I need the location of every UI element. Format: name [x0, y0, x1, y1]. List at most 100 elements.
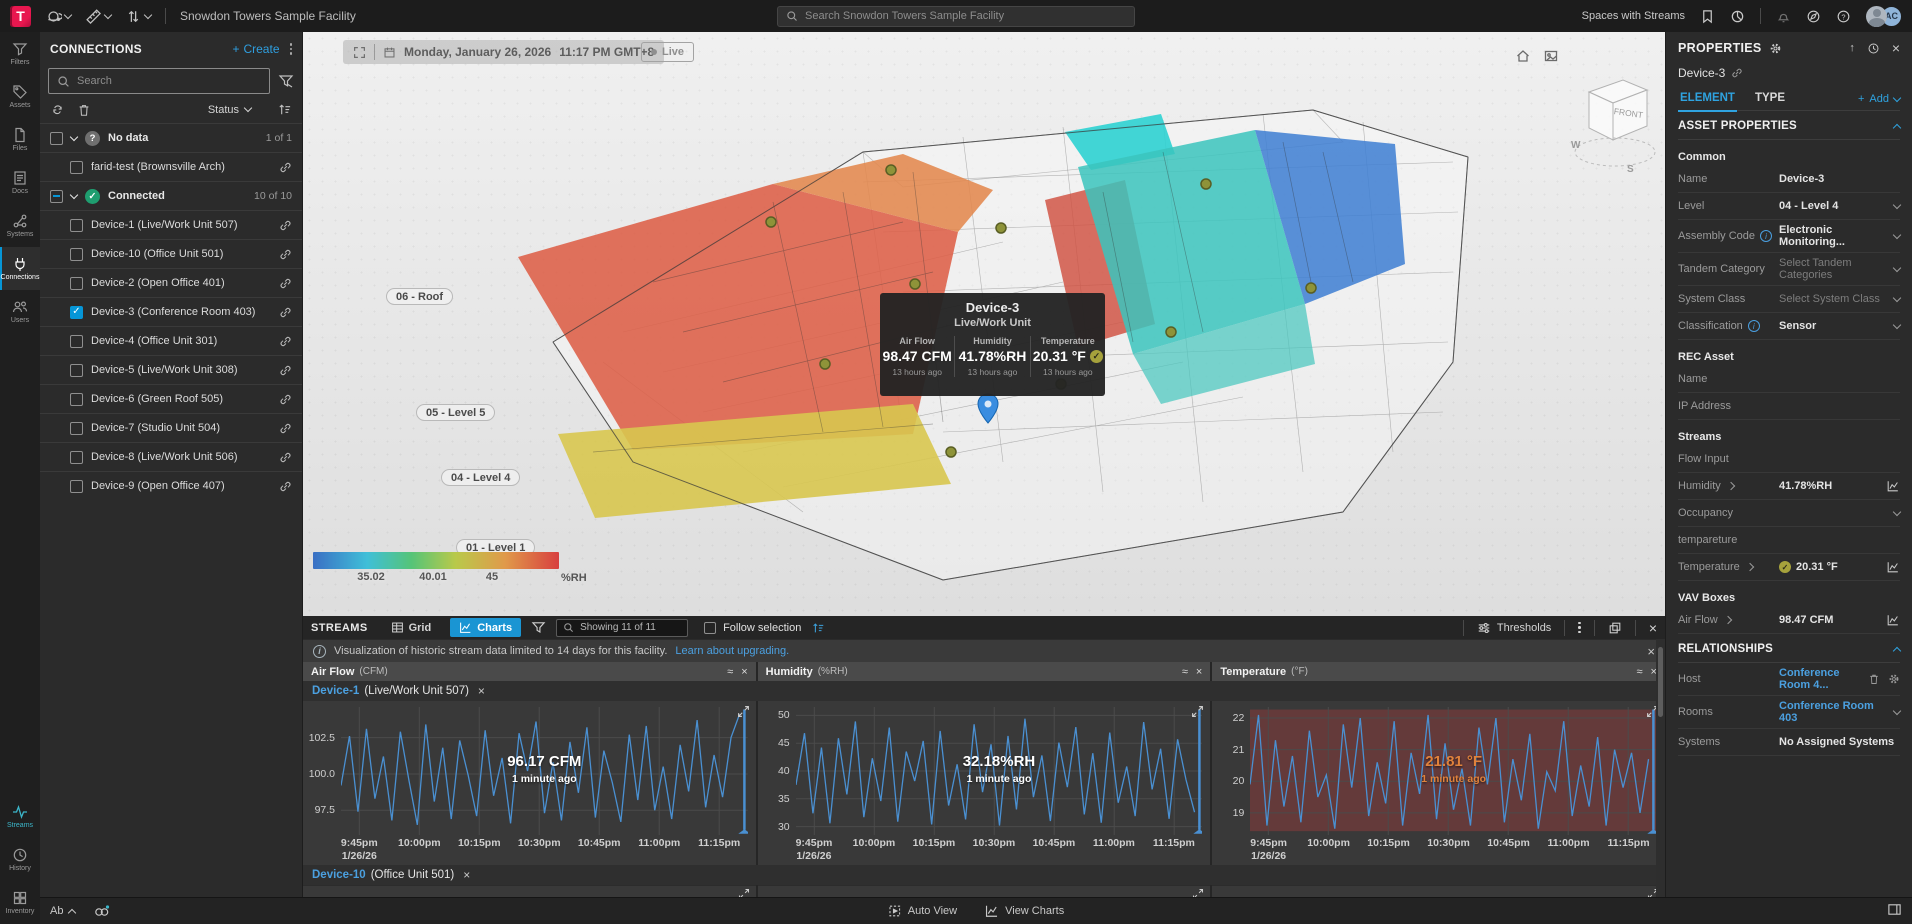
link-icon[interactable]: [1731, 67, 1743, 79]
live-badge[interactable]: Live: [641, 42, 694, 62]
refresh-connection-icon[interactable]: [50, 102, 65, 117]
property-row[interactable]: System Class Select System Class: [1678, 286, 1900, 313]
sidebar-item-systems[interactable]: Systems: [0, 204, 40, 247]
link-icon[interactable]: [279, 161, 292, 174]
trash-icon[interactable]: [77, 103, 91, 117]
chevron-down-icon[interactable]: [70, 132, 78, 140]
follow-selection-toggle[interactable]: Follow selection: [704, 622, 801, 634]
chevron-down-icon[interactable]: [1893, 320, 1901, 328]
device-checkbox[interactable]: ✓: [70, 306, 83, 319]
expand-chart-icon[interactable]: [737, 705, 750, 718]
property-row[interactable]: Assembly Codei Electronic Monitoring...: [1678, 220, 1900, 253]
info-icon[interactable]: i: [1748, 320, 1760, 332]
upgrade-link[interactable]: Learn about upgrading.: [675, 645, 789, 657]
property-row[interactable]: Air Flow 98.47 CFM: [1678, 607, 1900, 634]
partial-chart[interactable]: [303, 885, 756, 897]
snapshot-icon[interactable]: [1543, 48, 1559, 64]
filter-funnel-icon[interactable]: [531, 620, 546, 635]
close-banner-icon[interactable]: ×: [1647, 644, 1655, 659]
sidebar-item-connections[interactable]: Connections: [0, 247, 40, 290]
connection-row[interactable]: Device-4 (Office Unit 301): [40, 326, 302, 355]
connection-row[interactable]: Device-1 (Live/Work Unit 507): [40, 210, 302, 239]
device-checkbox[interactable]: [70, 248, 83, 261]
connection-row[interactable]: Device-2 (Open Office 401): [40, 268, 302, 297]
temperature-chart[interactable]: 22212019 21.81 °F1 minute ago 9:45pm10:0…: [1212, 701, 1665, 865]
link-icon[interactable]: [279, 277, 292, 290]
connection-row[interactable]: Device-6 (Green Roof 505): [40, 384, 302, 413]
home-icon[interactable]: [1515, 48, 1531, 64]
auto-view-button[interactable]: Auto View: [888, 904, 957, 918]
sidebar-item-docs[interactable]: Docs: [0, 161, 40, 204]
view-charts-button[interactable]: View Charts: [985, 904, 1064, 918]
connections-search[interactable]: [48, 68, 270, 94]
expand-chart-icon[interactable]: [1191, 705, 1204, 718]
close-device-icon[interactable]: ×: [478, 684, 485, 698]
expand-icon[interactable]: [353, 46, 366, 59]
device-row-1[interactable]: Device-1 (Live/Work Unit 507) ×: [303, 681, 1665, 701]
tab-element[interactable]: ELEMENT: [1678, 88, 1737, 110]
property-row[interactable]: Name: [1678, 366, 1900, 393]
device-checkbox[interactable]: [70, 422, 83, 435]
device-checkbox[interactable]: [70, 364, 83, 377]
pie-chart-icon[interactable]: [1730, 9, 1745, 24]
connection-row[interactable]: Device-9 (Open Office 407): [40, 471, 302, 500]
sidebar-item-history[interactable]: History: [0, 838, 40, 881]
compass-icon[interactable]: [1806, 9, 1821, 24]
close-column-icon[interactable]: ×: [741, 666, 747, 678]
sidebar-item-inventory[interactable]: Inventory: [0, 881, 40, 924]
property-row[interactable]: Classificationi Sensor: [1678, 313, 1900, 340]
streams-scrollbar[interactable]: [1656, 639, 1665, 897]
view-cube[interactable]: FRONT W S: [1565, 66, 1661, 188]
global-search-input[interactable]: [805, 10, 1126, 22]
approx-icon[interactable]: ≈: [1637, 666, 1643, 678]
airflow-chart[interactable]: 102.5100.097.5 96.17 CFM1 minute ago 9:4…: [303, 701, 756, 865]
level-label-5[interactable]: 05 - Level 5: [416, 404, 495, 421]
link-icon[interactable]: [279, 422, 292, 435]
sort-icon[interactable]: [277, 102, 292, 117]
property-row[interactable]: Occupancy: [1678, 500, 1900, 527]
chevron-down-icon[interactable]: [1893, 200, 1901, 208]
collapse-icon[interactable]: [1893, 646, 1901, 654]
group-checkbox[interactable]: [50, 190, 63, 203]
sidebar-item-files[interactable]: Files: [0, 118, 40, 161]
partial-chart[interactable]: [758, 885, 1211, 897]
connection-row[interactable]: Device-10 (Office Unit 501): [40, 239, 302, 268]
section-header[interactable]: RELATIONSHIPS: [1678, 634, 1900, 663]
bookmark-icon[interactable]: [1700, 9, 1715, 24]
chevron-down-icon[interactable]: [1893, 706, 1901, 714]
gear-icon[interactable]: [1888, 673, 1900, 685]
close-column-icon[interactable]: ×: [1196, 666, 1202, 678]
humidity-chart[interactable]: 5045403530 32.18%RH1 minute ago 9:45pm10…: [758, 701, 1211, 865]
streams-menu-icon[interactable]: [1578, 622, 1581, 634]
global-search[interactable]: [777, 6, 1135, 27]
user-avatar[interactable]: [1866, 6, 1887, 27]
tab-grid[interactable]: Grid: [382, 618, 441, 637]
sidebar-item-users[interactable]: Users: [0, 290, 40, 333]
link-icon[interactable]: [279, 364, 292, 377]
orbit-tool[interactable]: [45, 8, 71, 25]
device-checkbox[interactable]: [70, 161, 83, 174]
sparkline-icon[interactable]: [1886, 613, 1900, 627]
labels-toggle[interactable]: Ab: [50, 905, 75, 917]
property-row[interactable]: Rooms Conference Room 403: [1678, 696, 1900, 729]
close-device-icon[interactable]: ×: [463, 868, 470, 882]
link-icon[interactable]: [279, 306, 292, 319]
account-avatars[interactable]: AC: [1866, 6, 1902, 27]
link-icon[interactable]: [279, 248, 292, 261]
create-connection-button[interactable]: + Create: [232, 42, 279, 56]
connection-group[interactable]: ✓ Connected 10 of 10: [40, 181, 302, 210]
chevron-down-icon[interactable]: [1893, 230, 1901, 238]
property-row[interactable]: Tandem Category Select Tandem Categories: [1678, 253, 1900, 286]
sparkline-icon[interactable]: [1886, 479, 1900, 493]
gear-icon[interactable]: [1769, 42, 1782, 55]
sidebar-item-assets[interactable]: Assets: [0, 75, 40, 118]
tandem-logo-icon[interactable]: T: [10, 6, 31, 27]
panel-toggle-icon[interactable]: [1887, 902, 1902, 917]
property-row[interactable]: Level 04 - Level 4: [1678, 193, 1900, 220]
streams-search-input[interactable]: [580, 622, 681, 633]
section-header[interactable]: ASSET PROPERTIES: [1678, 111, 1900, 140]
info-icon[interactable]: i: [1760, 230, 1772, 242]
device-checkbox[interactable]: [70, 480, 83, 493]
measure-tool[interactable]: [85, 8, 111, 25]
connection-row[interactable]: Device-7 (Studio Unit 504): [40, 413, 302, 442]
